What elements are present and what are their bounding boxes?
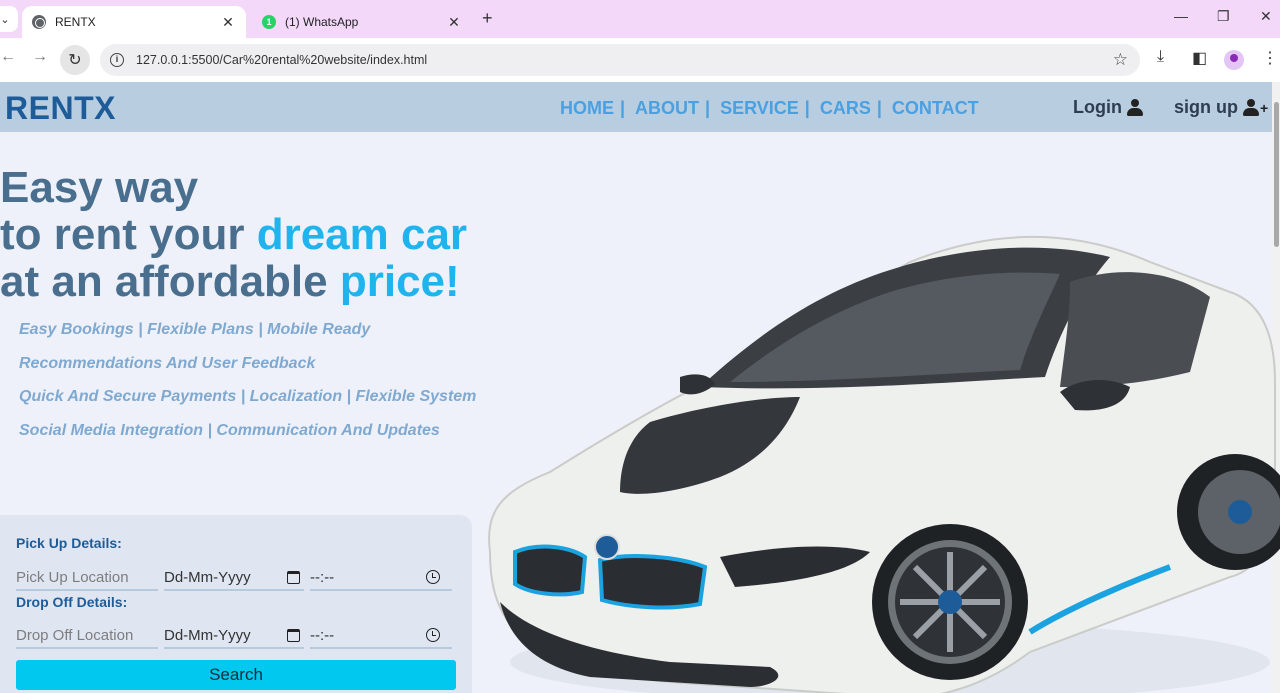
pickup-time-input[interactable]: --:-- xyxy=(310,565,452,591)
chevron-down-icon: ⌄ xyxy=(0,13,10,26)
address-bar[interactable]: i 127.0.0.1:5500/Car%20rental%20website/… xyxy=(100,44,1140,76)
user-plus-icon xyxy=(1243,99,1259,116)
feature-item: Easy Bookings | Flexible Plans | Mobile … xyxy=(19,321,371,338)
feature-item: Social Media Integration | Communication… xyxy=(19,422,440,440)
hero-accent-price: price! xyxy=(339,257,460,306)
new-tab-button[interactable]: + xyxy=(482,8,493,29)
dropoff-date-input[interactable]: Dd-Mm-Yyyy xyxy=(164,623,304,649)
nav-service[interactable]: SERVICE xyxy=(720,98,799,119)
info-icon[interactable]: i xyxy=(110,53,124,67)
pickup-location-placeholder: Pick Up Location xyxy=(16,568,129,586)
hero-car-image xyxy=(488,235,1280,693)
brand-logo[interactable]: RENTX xyxy=(5,90,116,127)
time-placeholder: --:-- xyxy=(310,626,335,644)
site-navbar: RENTX HOME | ABOUT | SERVICE | CARS | CONTAC… xyxy=(0,82,1272,132)
dropoff-location-placeholder: Drop Off Location xyxy=(16,626,134,644)
clock-icon[interactable] xyxy=(426,628,440,642)
plus-icon: + xyxy=(1260,99,1269,116)
forward-arrow-icon[interactable]: → xyxy=(32,48,48,66)
feature-item: Quick And Secure Payments | Localization… xyxy=(19,388,477,406)
hero-line-3-prefix: at an affordable xyxy=(0,257,340,306)
reload-icon: ↻ xyxy=(68,52,82,69)
restore-icon[interactable]: ❐ xyxy=(1217,8,1230,25)
whatsapp-icon: 1 xyxy=(262,15,276,29)
tab-search-button[interactable]: ⌄ xyxy=(0,6,18,32)
nav-links: HOME | ABOUT | SERVICE | CARS | CONTACT xyxy=(560,98,985,119)
pickup-date-input[interactable]: Dd-Mm-Yyyy xyxy=(164,565,304,591)
hero-accent-dream-car: dream car xyxy=(256,210,468,259)
back-arrow-icon[interactable]: ← xyxy=(0,48,16,66)
login-label: Login xyxy=(1073,97,1122,117)
hero-line-1: Easy way xyxy=(0,163,199,212)
nav-contact[interactable]: CONTACT xyxy=(892,98,979,119)
nav-separator: | xyxy=(705,98,711,118)
tab-title: RENTX xyxy=(55,15,96,29)
calendar-icon[interactable] xyxy=(287,628,300,642)
search-button[interactable]: Search xyxy=(16,660,456,690)
minimize-icon[interactable]: — xyxy=(1174,8,1188,24)
nav-home[interactable]: HOME xyxy=(560,98,614,119)
calendar-icon[interactable] xyxy=(287,570,300,584)
page-viewport: RENTX HOME | ABOUT | SERVICE | CARS | CONTAC… xyxy=(0,82,1280,693)
nav-separator: | xyxy=(620,98,626,118)
profile-avatar[interactable] xyxy=(1224,50,1244,70)
date-placeholder: Dd-Mm-Yyyy xyxy=(164,568,251,586)
tab-whatsapp[interactable]: 1 (1) WhatsApp ✕ xyxy=(252,6,472,38)
hero-line-3: at an affordable price! xyxy=(0,258,467,305)
time-placeholder: --:-- xyxy=(310,568,335,586)
reload-button[interactable]: ↻ xyxy=(60,45,90,75)
hero-line-2-prefix: to rent your xyxy=(0,210,257,259)
tab-rentx[interactable]: RENTX ✕ xyxy=(22,6,246,38)
nav-separator: | xyxy=(804,98,810,118)
nav-cars[interactable]: CARS xyxy=(820,98,871,119)
download-icon[interactable]: ⤓ xyxy=(1157,48,1164,66)
dropoff-heading: Drop Off Details: xyxy=(16,594,128,610)
user-icon xyxy=(1126,99,1143,116)
close-icon[interactable]: ✕ xyxy=(220,14,236,31)
tab-title: (1) WhatsApp xyxy=(285,15,359,29)
signup-label: sign up xyxy=(1174,97,1238,117)
nav-about[interactable]: ABOUT xyxy=(635,98,699,119)
login-link[interactable]: Login xyxy=(1073,97,1143,118)
signup-link[interactable]: sign up + xyxy=(1174,97,1268,118)
url-text: 127.0.0.1:5500/Car%20rental%20website/in… xyxy=(136,53,428,67)
pickup-location-input[interactable]: Pick Up Location xyxy=(16,565,158,591)
window-close-icon[interactable]: ✕ xyxy=(1260,8,1272,25)
browser-toolbar: ← → ↻ i 127.0.0.1:5500/Car%20rental%20we… xyxy=(0,38,1280,82)
dropoff-location-input[interactable]: Drop Off Location xyxy=(16,623,158,649)
nav-separator: | xyxy=(876,98,882,118)
hero-line-2: to rent your dream car xyxy=(0,211,467,258)
date-placeholder: Dd-Mm-Yyyy xyxy=(164,626,251,644)
tab-strip: ⌄ RENTX ✕ 1 (1) WhatsApp ✕ + — ❐ ✕ xyxy=(0,0,1280,38)
star-icon[interactable]: ☆ xyxy=(1113,50,1128,70)
clock-icon[interactable] xyxy=(426,570,440,584)
feature-list: Easy Bookings | Flexible Plans | Mobile … xyxy=(19,321,476,456)
hero-heading: Easy way to rent your dream car at an af… xyxy=(0,164,467,305)
menu-kebab-icon[interactable]: ⋮ xyxy=(1262,48,1278,68)
globe-icon xyxy=(32,15,46,29)
feature-item: Recommendations And User Feedback xyxy=(19,354,316,372)
dropoff-time-input[interactable]: --:-- xyxy=(310,623,452,649)
pickup-heading: Pick Up Details: xyxy=(16,535,122,551)
close-icon[interactable]: ✕ xyxy=(446,14,462,31)
side-panel-icon[interactable]: ◧ xyxy=(1192,48,1207,68)
